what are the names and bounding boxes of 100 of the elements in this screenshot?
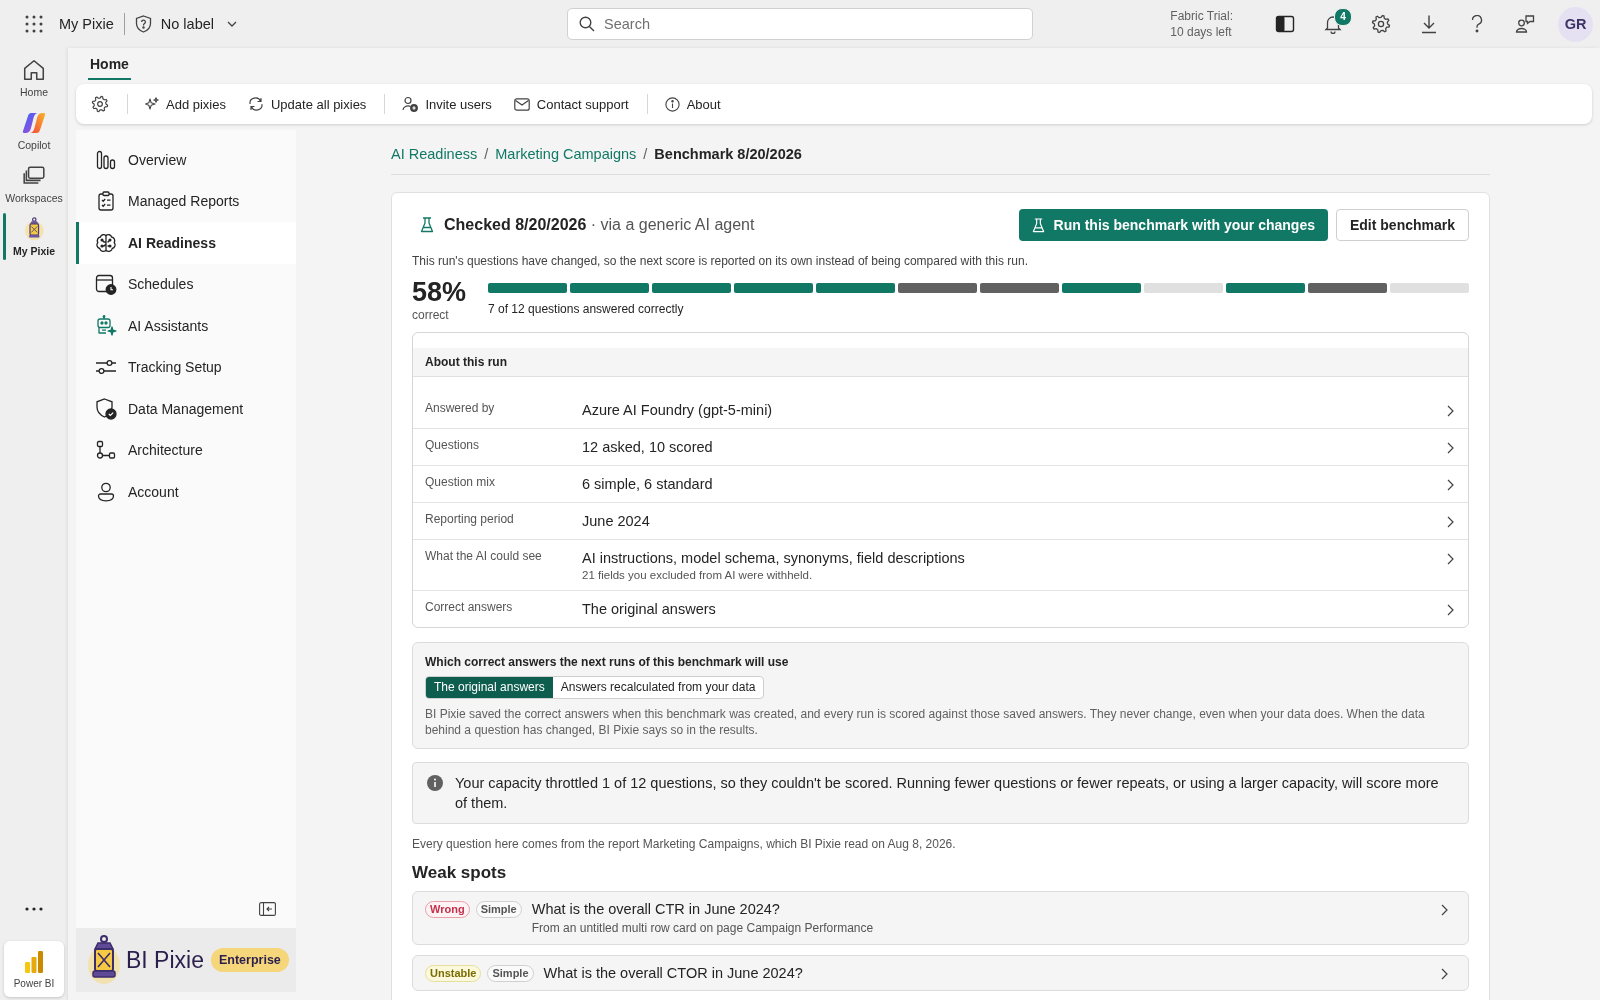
sidebar-item[interactable]: AI Assistants bbox=[76, 305, 296, 347]
toolbar-button[interactable]: About bbox=[661, 90, 724, 118]
sliders-icon bbox=[95, 358, 117, 377]
detail-value: 6 simple, 6 standard bbox=[582, 475, 714, 494]
info-icon bbox=[664, 96, 680, 112]
trial-notice: Fabric Trial: 10 days left bbox=[1170, 8, 1233, 40]
edition-badge: Enterprise bbox=[211, 948, 289, 972]
bar-chart-icon bbox=[95, 149, 117, 170]
collapse-panel-icon bbox=[258, 902, 276, 916]
toolbar-button[interactable]: Add pixies bbox=[142, 90, 229, 118]
run-heading: Checked 8/20/2026 · via a generic AI agent bbox=[444, 216, 756, 234]
detail-value: The original answers bbox=[582, 600, 717, 619]
status-tag: Wrong bbox=[425, 900, 470, 918]
sidebar-item[interactable]: AI Readiness bbox=[76, 222, 296, 264]
detail-value: AI instructions, model schema, synonyms, field descriptions bbox=[582, 549, 966, 568]
detail-label: Questions bbox=[425, 437, 481, 453]
notifications-button[interactable]: 4 bbox=[1309, 4, 1357, 44]
score-caption: correct bbox=[412, 308, 450, 322]
notice-text: Your capacity throttled 1 of 12 questions, so they couldn't be scored. Running fewer questions or fewer repeats, or using a larger capacity, will score more of them. bbox=[455, 774, 1440, 813]
clipboard-icon bbox=[95, 191, 117, 212]
edit-benchmark-button[interactable]: Edit benchmark bbox=[1335, 209, 1469, 241]
sidebar-item[interactable]: Account bbox=[76, 471, 296, 513]
brand-name: BI Pixie bbox=[126, 946, 204, 974]
chevron-right-icon bbox=[1441, 904, 1448, 916]
detail-label: Correct answers bbox=[425, 599, 514, 615]
chevron-right-icon[interactable] bbox=[1447, 442, 1454, 454]
chevron-right-icon[interactable] bbox=[1447, 479, 1454, 491]
chevron-right-icon[interactable] bbox=[1447, 405, 1454, 417]
sidebar-item[interactable]: Overview bbox=[76, 139, 296, 181]
toolbar-button[interactable]: Invite users bbox=[399, 90, 495, 118]
detail-label: Reporting period bbox=[425, 511, 515, 527]
notification-badge: 4 bbox=[1334, 8, 1352, 26]
sidebar-item[interactable]: Managed Reports bbox=[76, 180, 296, 222]
sidebar-item[interactable]: Tracking Setup bbox=[76, 346, 296, 388]
app-switcher-tile[interactable]: Power BI bbox=[4, 941, 64, 997]
question-source: From an untitled multi row card on page Campaign Performance bbox=[531, 920, 875, 936]
help-icon bbox=[1471, 15, 1483, 33]
chevron-right-icon[interactable] bbox=[1447, 553, 1454, 565]
app-rail-item[interactable]: Home bbox=[0, 52, 68, 103]
source-note: Every question here comes from the report Marketing Campaigns, which BI Pixie read on Aug 8, 2026. bbox=[412, 836, 957, 852]
settings-icon bbox=[91, 95, 109, 113]
tab[interactable]: Home bbox=[88, 56, 131, 80]
shield-check-icon bbox=[95, 397, 117, 420]
gradient-ribbon-icon bbox=[22, 111, 46, 135]
app-rail-item[interactable]: My Pixie bbox=[0, 211, 68, 262]
sidebar-item[interactable]: Data Management bbox=[76, 388, 296, 430]
lantern-icon bbox=[88, 935, 120, 985]
toolbar-button[interactable]: Update all pixies bbox=[245, 90, 370, 118]
person-icon bbox=[95, 481, 117, 502]
answer-source-description: BI Pixie saved the correct answers when this benchmark was created, and every run is scored against those saved answers. They never change, even when your data does. When the data behind a question has changed, BI Pixie says so in the results. bbox=[425, 706, 1426, 738]
segmented-option[interactable]: The original answers bbox=[426, 677, 553, 698]
breadcrumb-link[interactable]: Marketing Campaigns bbox=[495, 144, 637, 164]
lantern-icon bbox=[23, 217, 45, 241]
run-benchmark-button[interactable]: Run this benchmark with your changes bbox=[1018, 209, 1328, 241]
weak-spot-item[interactable]: Unstable Simple What is the overall CTOR in June 2024? bbox=[412, 955, 1469, 991]
mail-icon bbox=[513, 97, 530, 111]
detail-value: June 2024 bbox=[582, 512, 651, 531]
breadcrumb-link[interactable]: AI Readiness bbox=[391, 144, 478, 164]
detail-label: Answered by bbox=[425, 400, 496, 416]
detail-value: Azure AI Foundry (gpt-5-mini) bbox=[582, 401, 774, 420]
question-text: What is the overall CTR in June 2024? bbox=[531, 900, 781, 918]
detail-label: What the AI could see bbox=[425, 548, 543, 564]
waffle-icon bbox=[25, 15, 43, 33]
breadcrumb-separator: / bbox=[484, 145, 489, 164]
chevron-right-icon[interactable] bbox=[1447, 516, 1454, 528]
flask-icon bbox=[1031, 217, 1045, 233]
user-avatar[interactable]: GR bbox=[1558, 6, 1593, 42]
detail-note: 21 fields you excluded from AI were withheld. bbox=[582, 568, 814, 582]
difficulty-tag: Simple bbox=[487, 964, 534, 982]
app-rail-item[interactable]: Workspaces bbox=[0, 158, 68, 209]
brain-icon bbox=[95, 232, 117, 253]
robot-icon bbox=[95, 314, 117, 337]
app-rail-item[interactable]: Copilot bbox=[0, 105, 68, 156]
info-icon bbox=[427, 775, 443, 791]
toolbar-button[interactable]: Contact support bbox=[510, 90, 632, 118]
collapse-sidebar-button[interactable] bbox=[257, 900, 277, 918]
segmented-option[interactable]: Answers recalculated from your data bbox=[552, 677, 764, 698]
chevron-right-icon bbox=[1441, 968, 1448, 980]
sidebar-item[interactable]: Architecture bbox=[76, 429, 296, 471]
person-chat-icon bbox=[1515, 14, 1535, 34]
breadcrumb-separator: / bbox=[643, 145, 648, 164]
section-heading: Weak spots bbox=[412, 862, 508, 884]
weak-spot-item[interactable]: Wrong Simple What is the overall CTR in June 2024? From an untitled multi row card on page Campaign Performance bbox=[412, 891, 1469, 945]
sensitivity-label-button[interactable]: No label bbox=[134, 8, 237, 40]
shield-question-icon bbox=[134, 15, 152, 33]
flask-icon bbox=[420, 217, 434, 233]
sparkle-icon bbox=[145, 97, 159, 111]
sidebar-item[interactable]: Schedules bbox=[76, 263, 296, 305]
chevron-right-icon[interactable] bbox=[1447, 604, 1454, 616]
person-add-icon bbox=[402, 96, 419, 112]
download-icon bbox=[1420, 14, 1438, 34]
calendar-clock-icon bbox=[95, 273, 117, 295]
nodes-icon bbox=[95, 440, 117, 461]
settings-icon bbox=[1371, 14, 1391, 34]
panel-title: About this run bbox=[425, 355, 507, 369]
bars-logo-icon bbox=[24, 949, 44, 974]
refresh-icon bbox=[248, 97, 264, 111]
search-field[interactable]: Search bbox=[567, 8, 1033, 40]
detail-label: Question mix bbox=[425, 474, 497, 490]
detail-value: 12 asked, 10 scored bbox=[582, 438, 714, 457]
